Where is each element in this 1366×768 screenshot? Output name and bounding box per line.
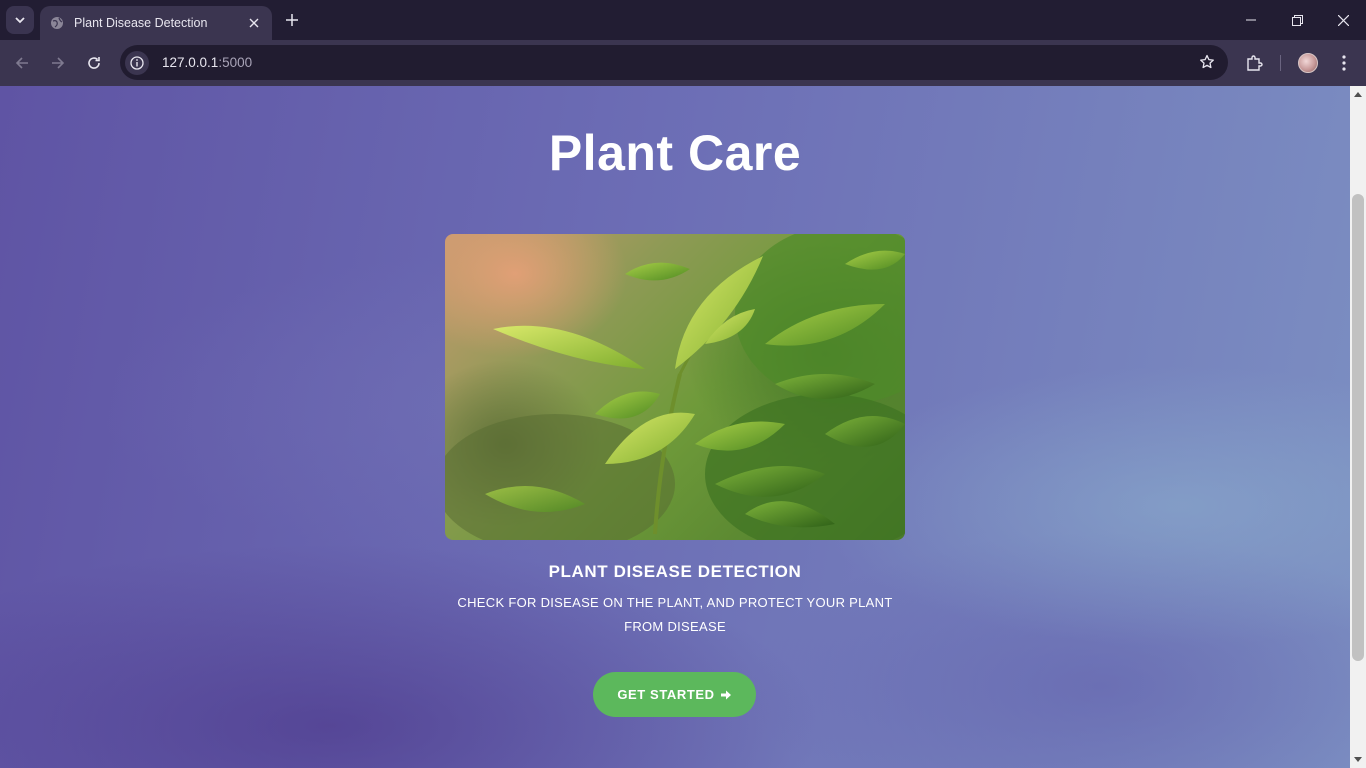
url-port: :5000 xyxy=(218,55,253,70)
arrow-right-icon xyxy=(52,57,65,69)
page-title: Plant Care xyxy=(548,125,802,181)
plus-icon xyxy=(286,14,298,26)
reload-button[interactable] xyxy=(80,49,108,77)
profile-button[interactable] xyxy=(1294,49,1322,77)
card-heading: PLANT DISEASE DETECTION xyxy=(548,562,802,581)
bookmark-star-icon[interactable] xyxy=(1196,51,1218,73)
reload-icon xyxy=(88,57,100,69)
menu-button[interactable] xyxy=(1330,49,1358,77)
restore-icon xyxy=(1291,14,1303,26)
browser-titlebar: Plant Disease Detection xyxy=(0,0,1366,40)
close-icon xyxy=(1337,14,1349,26)
kebab-menu-icon xyxy=(1342,55,1346,71)
chevron-down-icon xyxy=(15,17,25,24)
page-viewport: Plant Care PLANT DISEASE DETECTION CHECK… xyxy=(0,86,1350,768)
active-tab[interactable]: Plant Disease Detection xyxy=(40,6,272,40)
back-button[interactable] xyxy=(8,49,36,77)
get-started-label: GET STARTED xyxy=(617,687,715,702)
card-description: CHECK FOR DISEASE ON THE PLANT, AND PROT… xyxy=(457,595,893,634)
tab-search-button[interactable] xyxy=(6,6,34,34)
page-scrollbar[interactable] xyxy=(1350,86,1366,768)
scroll-down-arrow-icon[interactable] xyxy=(1350,752,1366,768)
plant-leaves-illustration xyxy=(445,234,905,540)
scroll-up-arrow-icon[interactable] xyxy=(1350,86,1366,102)
restore-button[interactable] xyxy=(1274,0,1320,40)
site-info-icon[interactable] xyxy=(125,50,149,75)
extensions-button[interactable] xyxy=(1240,49,1268,77)
globe-icon xyxy=(50,16,64,30)
url-host: 127.0.0.1 xyxy=(162,55,219,70)
toolbar-divider xyxy=(1280,55,1281,71)
get-started-button[interactable]: GET STARTED xyxy=(593,672,756,717)
forward-button[interactable] xyxy=(44,49,72,77)
browser-toolbar: 127.0.0.1:5000 xyxy=(0,40,1366,86)
scrollbar-thumb[interactable] xyxy=(1352,194,1364,661)
tab-title: Plant Disease Detection xyxy=(74,16,208,30)
arrow-right-icon xyxy=(720,689,732,701)
avatar xyxy=(1298,53,1318,73)
url-text: 127.0.0.1:5000 xyxy=(162,55,252,70)
hero-plant-image xyxy=(445,234,905,540)
address-bar[interactable]: 127.0.0.1:5000 xyxy=(120,45,1228,80)
arrow-left-icon xyxy=(15,57,28,69)
minimize-icon xyxy=(1246,19,1256,21)
new-tab-button[interactable] xyxy=(280,8,304,32)
puzzle-icon xyxy=(1247,55,1263,71)
close-window-button[interactable] xyxy=(1320,0,1366,40)
close-tab-icon[interactable] xyxy=(246,15,262,31)
minimize-button[interactable] xyxy=(1228,0,1274,40)
